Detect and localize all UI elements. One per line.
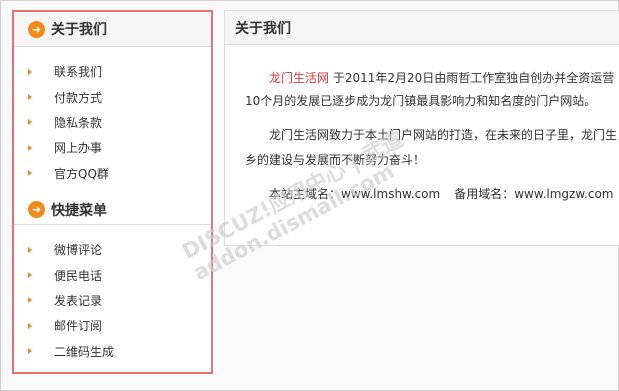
content-panel: 关于我们 龙门生活网 于2011年2月20日由雨哲工作室独自创办并全资运营 10…: [224, 10, 619, 246]
bullet-icon: [28, 119, 32, 126]
arrow-right-icon: ➜: [28, 20, 45, 38]
sidebar-item-label: 网上办事: [54, 141, 103, 156]
sidebar-item-privacy[interactable]: 隐私条款: [14, 110, 211, 135]
sidebar-item-label: 微博评论: [54, 243, 103, 258]
sidebar-item-online-service[interactable]: 网上办事: [14, 135, 211, 160]
alt-domain-label: 备用域名：: [454, 187, 515, 201]
sidebar-item-contact[interactable]: 联系我们: [14, 59, 211, 84]
sidebar-item-label: 便民电话: [54, 268, 103, 283]
about-section-title: 关于我们: [51, 22, 107, 38]
bullet-icon: [28, 272, 32, 279]
about-text: 龙门生活网 于2011年2月20日由雨哲工作室独自创办并全资运营 10个月的发展…: [225, 45, 619, 206]
about-section-header: ➜ 关于我们: [14, 12, 211, 47]
sidebar-item-records[interactable]: 发表记录: [14, 288, 211, 313]
bullet-icon: [28, 348, 32, 355]
about-menu: 联系我们 付款方式 隐私条款 网上办事 官方QQ群: [14, 47, 211, 186]
mission-text: 龙门生活网致力于本土门户网站的打造，在未来的日子里，龙门生: [269, 128, 618, 142]
sidebar-item-label: 发表记录: [54, 293, 103, 308]
domain-label: 本站主域名：: [269, 187, 342, 201]
sidebar-item-label: 付款方式: [54, 90, 103, 105]
page-title: 关于我们: [225, 11, 619, 45]
intro-text-line2: 10个月的发展已逐步成为龙门镇最具影响力和知名度的门户网站。: [245, 94, 597, 108]
intro-paragraph: 龙门生活网 于2011年2月20日由雨哲工作室独自创办并全资运营 10个月的发展…: [245, 67, 619, 113]
sidebar-item-qrcode[interactable]: 二维码生成: [14, 339, 211, 364]
bullet-icon: [28, 68, 32, 75]
bullet-icon: [28, 322, 32, 329]
sidebar-item-label: 隐私条款: [54, 115, 103, 130]
mission-text-line2: 乡的建设与发展而不断努力奋斗！: [245, 153, 426, 167]
sidebar-item-label: 联系我们: [54, 65, 103, 80]
brand-link[interactable]: 龙门生活网: [269, 71, 329, 85]
intro-text: 于2011年2月20日由雨哲工作室独自创办并全资运营: [329, 71, 615, 85]
sidebar-item-label: 官方QQ群: [54, 166, 109, 181]
quick-menu: 微博评论 便民电话 发表记录 邮件订阅 二维码生成: [14, 225, 211, 364]
arrow-right-icon: ➜: [28, 201, 45, 219]
bullet-icon: [28, 144, 32, 151]
quick-menu-header: ➜ 快捷菜单: [14, 196, 211, 225]
bullet-icon: [28, 170, 32, 177]
sidebar-item-weibo[interactable]: 微博评论: [14, 237, 211, 262]
bullet-icon: [28, 94, 32, 101]
sidebar-item-phone[interactable]: 便民电话: [14, 262, 211, 287]
sidebar-item-label: 二维码生成: [54, 344, 115, 359]
sidebar-item-payment[interactable]: 付款方式: [14, 84, 211, 109]
alt-domain-value: www.lmgzw.com: [514, 187, 614, 201]
sidebar-item-label: 邮件订阅: [54, 319, 103, 334]
sidebar-item-subscribe[interactable]: 邮件订阅: [14, 313, 211, 338]
mission-paragraph: 龙门生活网致力于本土门户网站的打造，在未来的日子里，龙门生 乡的建设与发展而不断…: [245, 123, 619, 173]
sidebar: ➜ 关于我们 联系我们 付款方式 隐私条款 网上办事 官方QQ群 ➜ 快捷菜单 …: [12, 10, 213, 374]
bullet-icon: [28, 297, 32, 304]
bullet-icon: [28, 246, 32, 253]
domain-line: 本站主域名：www.lmshw.com 备用域名：www.lmgzw.com: [245, 183, 619, 206]
quick-menu-title: 快捷菜单: [51, 202, 107, 219]
domain-value: www.lmshw.com: [341, 187, 441, 201]
sidebar-item-qq-group[interactable]: 官方QQ群: [14, 161, 211, 186]
